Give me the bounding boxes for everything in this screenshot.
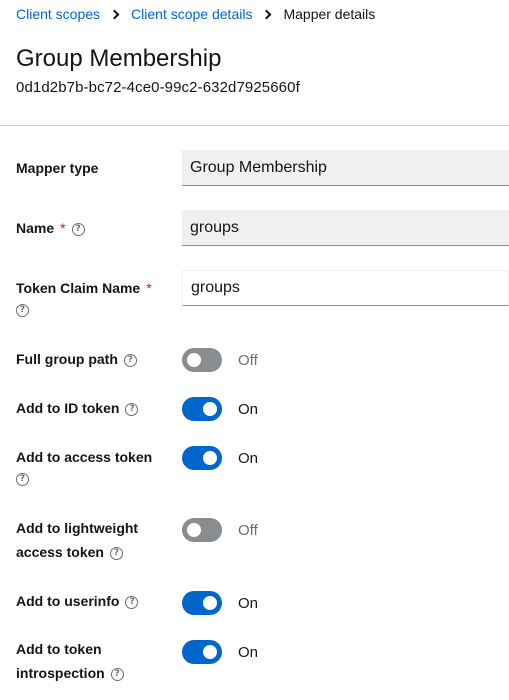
breadcrumb-client-scopes-link[interactable]: Client scopes	[16, 6, 100, 22]
switch-knob	[203, 596, 217, 610]
switch-knob	[203, 402, 217, 416]
switch-track	[182, 397, 222, 421]
add-to-lightweight-access-token-label: Add to lightweight access token?	[16, 520, 139, 560]
switch-track	[182, 518, 222, 542]
help-icon[interactable]: ?	[125, 595, 139, 609]
switch-knob	[203, 645, 217, 659]
switch-knob	[187, 353, 201, 367]
mapper-id: 0d1d2b7b-bc72-4ce0-99c2-632d7925660f	[16, 79, 300, 96]
switch-state-label: Off	[238, 521, 258, 539]
required-marker: *	[60, 220, 66, 236]
add-to-id-token-label: Add to ID token?	[16, 396, 139, 420]
add-to-lightweight-access-token-switch[interactable]: Off	[182, 518, 258, 542]
help-icon[interactable]: ?	[16, 304, 29, 317]
breadcrumb-client-scope-details-link[interactable]: Client scope details	[131, 6, 252, 22]
add-to-userinfo-switch[interactable]: On	[182, 591, 258, 615]
switch-state-label: On	[238, 449, 259, 467]
help-icon[interactable]: ?	[16, 473, 29, 486]
full-group-path-switch[interactable]: Off	[182, 348, 258, 372]
add-to-access-token-switch[interactable]: On	[182, 446, 258, 470]
name-label: Name *?	[16, 216, 85, 240]
switch-state-label: Off	[238, 351, 258, 369]
switch-track	[182, 640, 222, 664]
switch-track	[182, 348, 222, 372]
full-group-path-label: Full group path?	[16, 347, 137, 371]
breadcrumb-current: Mapper details	[283, 6, 376, 22]
required-marker: *	[146, 280, 152, 296]
token-claim-name-field[interactable]	[182, 270, 509, 306]
switch-track	[182, 591, 222, 615]
chevron-right-icon	[262, 9, 272, 19]
switch-knob	[187, 523, 201, 537]
help-icon[interactable]: ?	[109, 546, 123, 560]
header-divider	[0, 125, 509, 126]
add-to-token-introspection-switch[interactable]: On	[182, 640, 258, 664]
help-icon[interactable]: ?	[123, 353, 137, 367]
switch-knob	[203, 451, 217, 465]
breadcrumb: Client scopes Client scope details Mappe…	[16, 4, 375, 24]
switch-state-label: On	[238, 643, 259, 661]
page-title: Group Membership	[16, 45, 222, 72]
add-to-id-token-switch[interactable]: On	[182, 397, 258, 421]
help-icon[interactable]: ?	[110, 667, 124, 681]
token-claim-name-label: Token Claim Name * ?	[16, 280, 152, 317]
add-to-userinfo-label: Add to userinfo?	[16, 589, 139, 613]
add-to-token-introspection-label: Add to token introspection?	[16, 637, 124, 685]
help-icon[interactable]: ?	[125, 402, 139, 416]
help-icon[interactable]: ?	[71, 222, 85, 236]
switch-state-label: On	[238, 594, 259, 612]
mapper-type-field[interactable]	[182, 150, 509, 186]
name-field[interactable]	[182, 210, 509, 246]
switch-state-label: On	[238, 400, 259, 418]
add-to-access-token-label: Add to access token ?	[16, 449, 153, 486]
mapper-type-label: Mapper type	[16, 160, 99, 176]
chevron-right-icon	[109, 9, 120, 19]
switch-track	[182, 446, 222, 470]
